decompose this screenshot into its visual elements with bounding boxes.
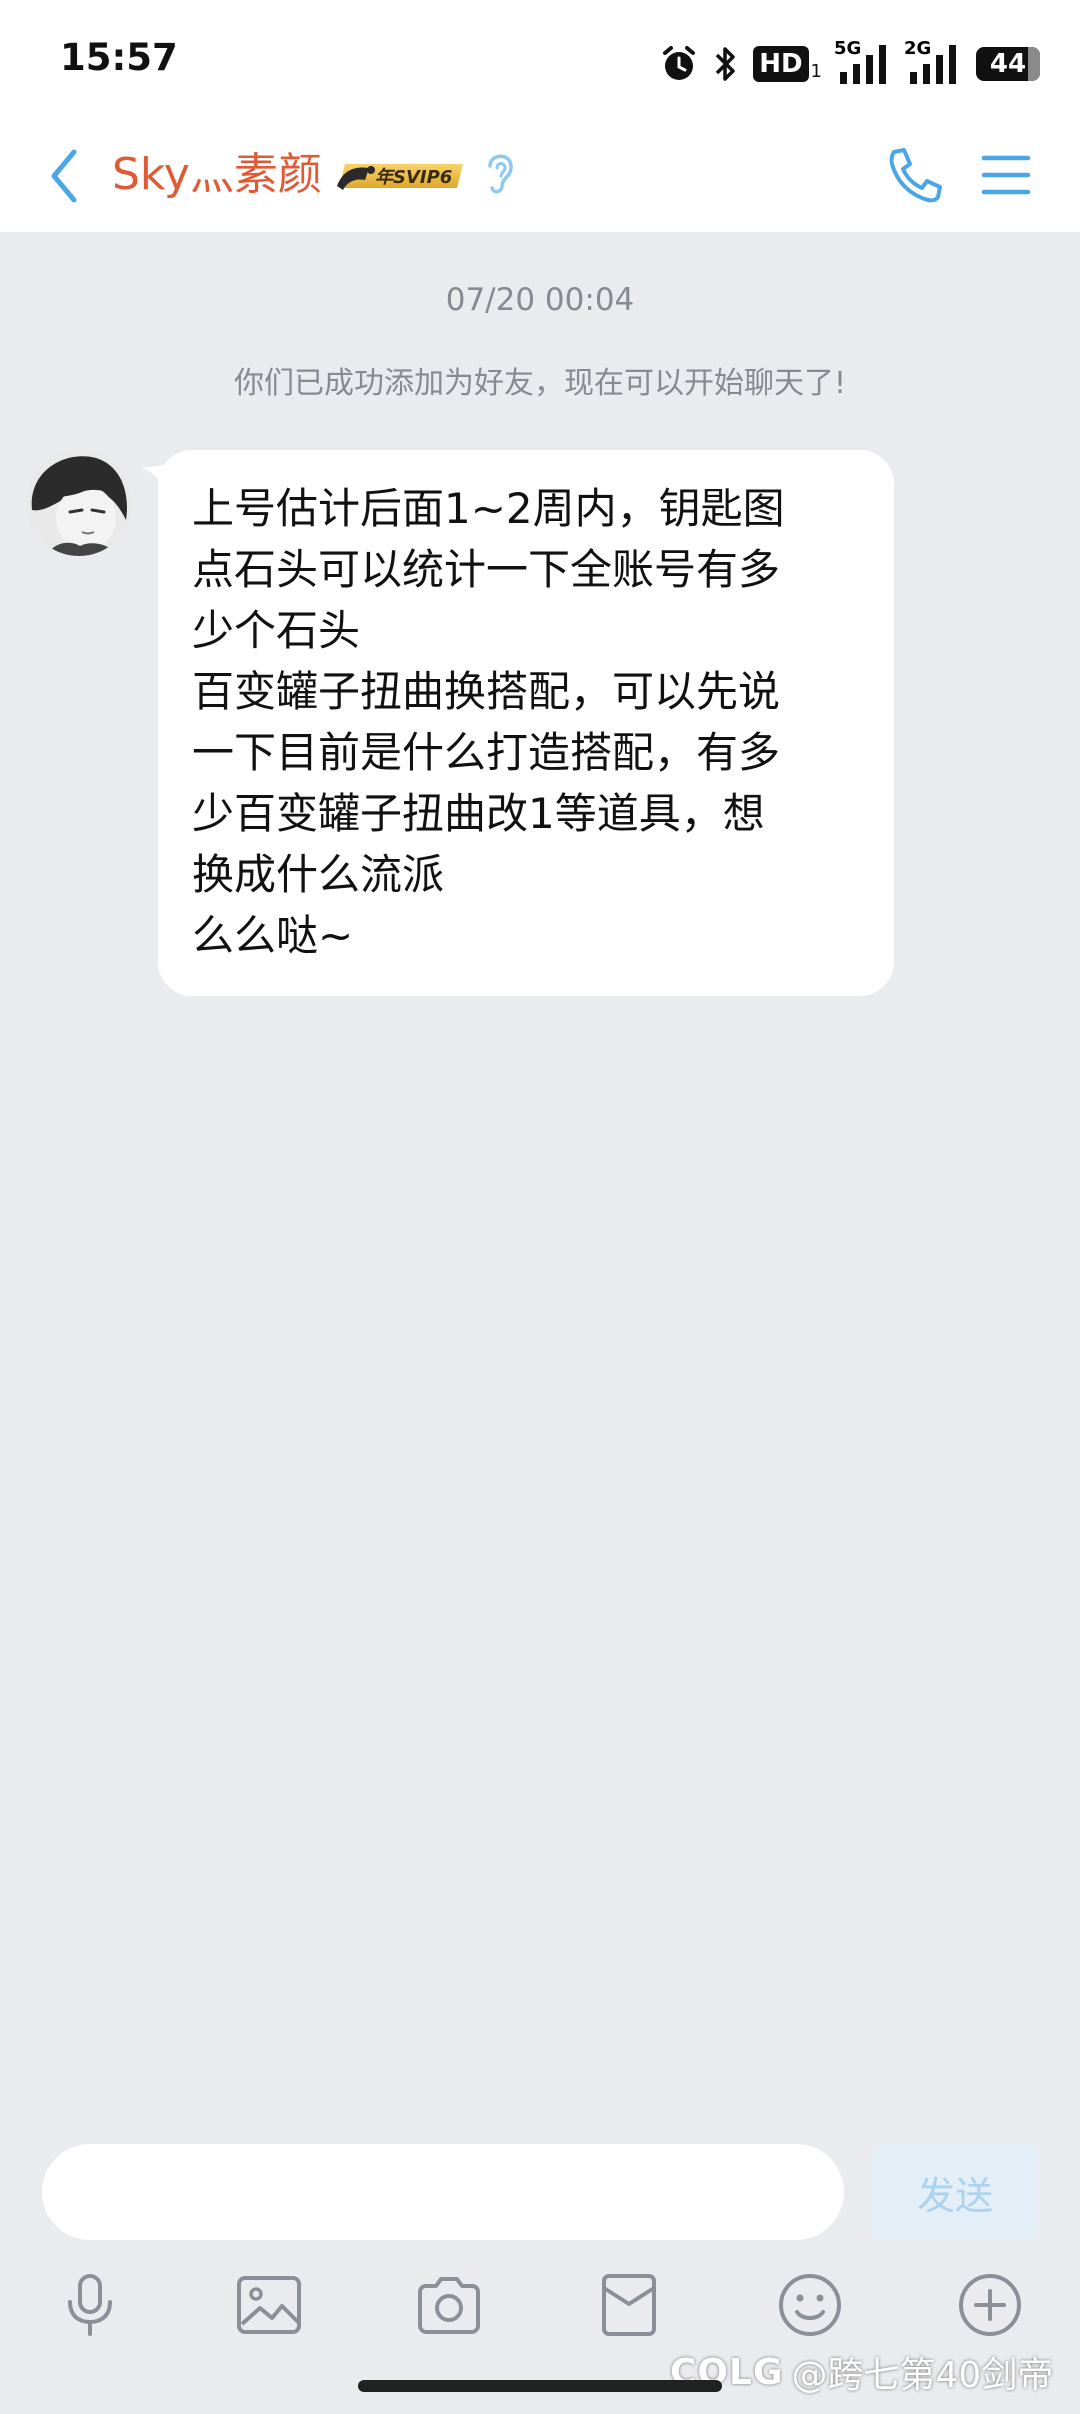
bluetooth-icon	[713, 44, 739, 84]
svg-text:年SVIP6: 年SVIP6	[375, 167, 452, 188]
message-line: 一下目前是什么打造搭配，有多	[192, 728, 781, 777]
back-arrow-icon	[51, 149, 77, 203]
message-line: 百变罐子扭曲换搭配，可以先说	[192, 667, 781, 716]
alarm-icon	[659, 44, 699, 84]
phone-call-button[interactable]	[880, 138, 944, 212]
system-message: 你们已成功添加为好友，现在可以开始聊天了!	[233, 366, 847, 401]
battery-icon: 44	[976, 47, 1040, 81]
menu-icon	[981, 155, 1031, 195]
signal-5g-icon: 5G	[834, 38, 892, 86]
watermark-text: @跨七第40剑帝	[791, 2355, 1054, 2396]
watermark: COLG @跨七第40剑帝	[670, 2346, 1053, 2398]
svip-badge[interactable]: 年SVIP6	[335, 156, 469, 194]
message-timestamp: 07/20 00:04	[445, 282, 635, 318]
contact-name[interactable]: Sky灬素颜	[112, 140, 322, 210]
phone-icon	[889, 148, 942, 203]
home-indicator[interactable]	[358, 2380, 722, 2392]
message-line: 么么哒~	[192, 911, 354, 960]
message-line: 点石头可以统计一下全账号有多	[192, 545, 781, 594]
status-time: 15:57	[60, 36, 178, 79]
input-toolbar	[0, 2270, 1080, 2350]
message-line: 少个石头	[192, 606, 361, 655]
camera-icon[interactable]	[414, 2270, 484, 2340]
chat-header: Sky灬素颜 年SVIP6	[0, 118, 1080, 232]
message-line: 少百变罐子扭曲改1等道具，想	[192, 789, 765, 838]
message-input[interactable]	[42, 2144, 844, 2240]
red-packet-icon[interactable]	[594, 2270, 664, 2340]
message-line: 换成什么流派	[192, 850, 445, 899]
status-bar: 15:57 HD 1 5G 2G 44	[0, 0, 1080, 118]
contact-avatar[interactable]	[26, 450, 132, 556]
message-bubble[interactable]: 上号估计后面1~2周内，钥匙图 点石头可以统计一下全账号有多 少个石头 百变罐子…	[158, 450, 894, 996]
signal-2g-icon: 2G	[904, 38, 962, 86]
image-icon[interactable]	[234, 2270, 304, 2340]
microphone-icon[interactable]	[55, 2270, 125, 2340]
menu-button[interactable]	[978, 138, 1034, 212]
message-line: 上号估计后面1~2周内，钥匙图	[192, 484, 785, 533]
back-button[interactable]	[40, 140, 100, 210]
plus-icon[interactable]	[955, 2270, 1025, 2340]
hd-icon: HD 1	[753, 46, 822, 82]
emoji-icon[interactable]	[775, 2270, 845, 2340]
status-icons: HD 1 5G 2G 44	[659, 36, 1040, 92]
send-button[interactable]: 发送	[872, 2144, 1038, 2240]
ear-icon[interactable]	[480, 144, 520, 204]
